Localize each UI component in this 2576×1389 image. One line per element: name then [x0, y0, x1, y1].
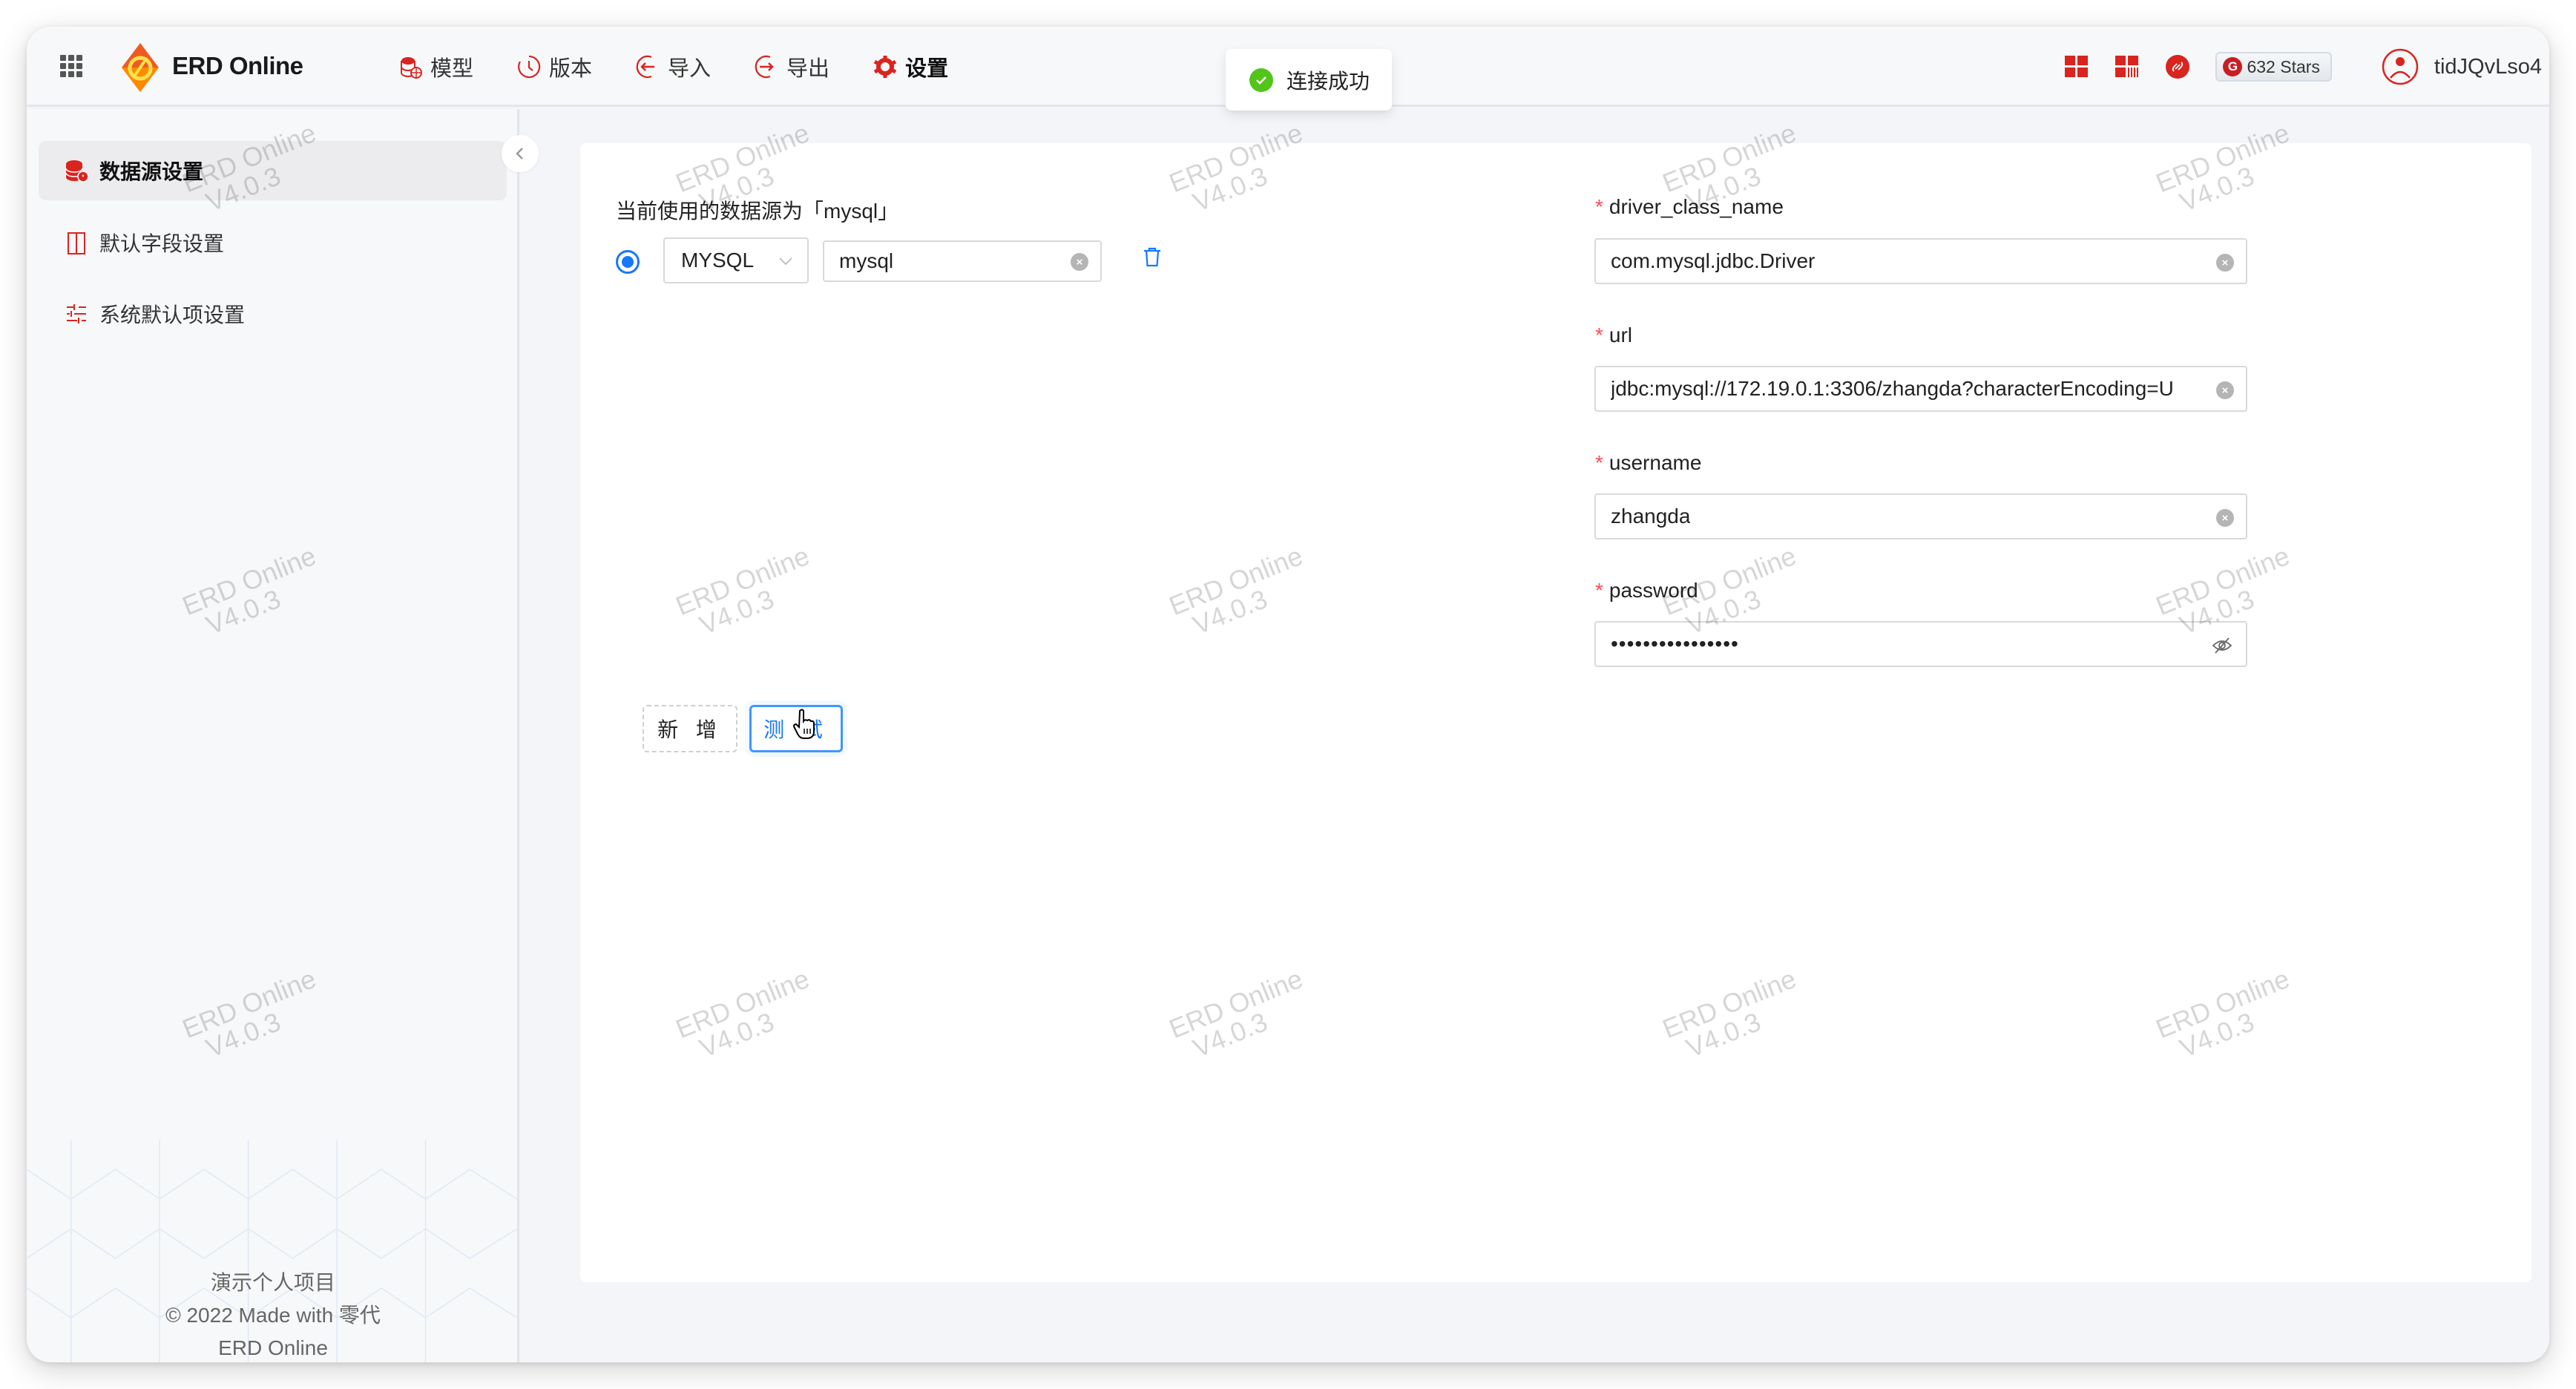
- footer-copyright[interactable]: © 2022 Made with 零代: [27, 1299, 517, 1332]
- clear-icon[interactable]: ×: [2216, 381, 2234, 399]
- sidebar-footer: 演示个人项目 © 2022 Made with 零代 ERD Online: [27, 1267, 517, 1362]
- nav-settings-label: 设置: [905, 57, 949, 81]
- header-tools: G 632 Stars tidJQvLso4: [2064, 46, 2549, 88]
- clear-icon[interactable]: ×: [1071, 253, 1088, 271]
- gitee-stars-button[interactable]: G 632 Stars: [2215, 52, 2332, 82]
- sidebar-item-datasource[interactable]: * 数据源设置: [39, 141, 507, 200]
- sidebar-item-label: 数据源设置: [99, 160, 204, 183]
- erd-logo-icon: [122, 43, 159, 92]
- datasource-radio[interactable]: [616, 250, 640, 274]
- eye-invisible-icon[interactable]: [2212, 636, 2232, 655]
- columns-icon: [68, 232, 85, 255]
- import-icon: [636, 55, 655, 79]
- settings-sidebar: * 数据源设置 默认字段设置 系统默认项设置 演示个人项目 © 2022 Mad…: [27, 109, 519, 1362]
- gitee-icon: G: [2223, 57, 2243, 76]
- main-nav: 模型 版本 导入 导出 设置: [398, 49, 991, 85]
- password-label: * password: [1595, 579, 1698, 602]
- sliders-icon: [67, 304, 86, 324]
- brand-name[interactable]: ERD Online: [172, 52, 303, 80]
- username-input[interactable]: zhangda ×: [1594, 493, 2247, 539]
- datasource-type-value: MYSQL: [681, 249, 755, 272]
- app-window: ERD Online 模型 版本 导入 导出 设置 G 632 Stars ti…: [27, 27, 2549, 1362]
- history-icon: [518, 55, 541, 79]
- footer-project-label: 演示个人项目: [210, 1271, 335, 1294]
- user-menu[interactable]: tidJQvLso4: [2381, 47, 2542, 86]
- apps-grid-icon[interactable]: [60, 55, 82, 77]
- driver-class-name-value: com.mysql.jdbc.Driver: [1611, 249, 1816, 272]
- sidebar-item-default-fields[interactable]: 默认字段设置: [39, 213, 517, 272]
- datasource-name-input[interactable]: mysql ×: [823, 240, 1102, 282]
- password-input[interactable]: ••••••••••••••••: [1594, 621, 2247, 667]
- url-value: jdbc:mysql://172.19.0.1:3306/zhangda?cha…: [1611, 377, 2174, 400]
- username: tidJQvLso4: [2434, 54, 2542, 79]
- nav-import-label: 导入: [668, 57, 712, 81]
- nav-model-label: 模型: [430, 57, 474, 81]
- footer-app-name: ERD Online: [218, 1336, 328, 1359]
- nav-import[interactable]: 导入: [635, 49, 711, 85]
- clear-icon[interactable]: ×: [2216, 509, 2234, 527]
- driver-class-name-input[interactable]: com.mysql.jdbc.Driver ×: [1594, 238, 2247, 284]
- user-avatar-icon: [2382, 48, 2419, 85]
- sidebar-item-system-defaults[interactable]: 系统默认项设置: [39, 284, 517, 344]
- sidebar-item-label: 默认字段设置: [99, 232, 225, 255]
- hand-cursor-icon: [792, 709, 815, 739]
- sidebar-item-label: 系统默认项设置: [99, 303, 246, 326]
- datasource-type-select[interactable]: MYSQL: [663, 237, 809, 283]
- url-label: * url: [1595, 324, 1633, 347]
- layout-grid-icon[interactable]: [2064, 54, 2089, 79]
- export-icon: [755, 55, 774, 79]
- current-datasource-label: 当前使用的数据源为「mysql」: [616, 200, 899, 223]
- link-icon[interactable]: [2165, 54, 2190, 79]
- nav-version[interactable]: 版本: [516, 49, 592, 85]
- chevron-left-icon: [516, 148, 523, 160]
- database-icon: [401, 57, 422, 79]
- stars-count: 632 Stars: [2247, 56, 2320, 76]
- chevron-down-icon: [779, 257, 792, 266]
- svg-text:*: *: [82, 174, 85, 182]
- nav-model[interactable]: 模型: [398, 49, 473, 85]
- clear-icon[interactable]: ×: [2216, 254, 2234, 272]
- username-label: * username: [1595, 451, 1702, 474]
- trash-icon[interactable]: [1143, 246, 1162, 268]
- password-value: ••••••••••••••••: [1611, 632, 1739, 655]
- nav-export-label: 导出: [786, 57, 830, 81]
- url-input[interactable]: jdbc:mysql://172.19.0.1:3306/zhangda?cha…: [1594, 366, 2247, 412]
- database-settings-icon: *: [65, 160, 89, 183]
- username-value: zhangda: [1611, 505, 1691, 528]
- nav-export[interactable]: 导出: [754, 49, 829, 85]
- nav-version-label: 版本: [549, 57, 593, 81]
- gear-icon: [873, 56, 897, 78]
- driver-class-name-label: * driver_class_name: [1595, 195, 1784, 218]
- barcode-grid-icon[interactable]: [2115, 54, 2140, 79]
- check-circle-icon: [1249, 68, 1273, 92]
- add-datasource-button[interactable]: 新 增: [643, 705, 737, 752]
- toast-message: 连接成功: [1287, 69, 1370, 93]
- datasource-name-value: mysql: [839, 249, 894, 272]
- datasource-settings-panel: 当前使用的数据源为「mysql」 MYSQL mysql × * driver_c…: [580, 143, 2531, 1282]
- success-toast: 连接成功: [1226, 49, 1392, 111]
- nav-settings[interactable]: 设置: [873, 49, 948, 85]
- sidebar-collapse-button[interactable]: [502, 135, 539, 172]
